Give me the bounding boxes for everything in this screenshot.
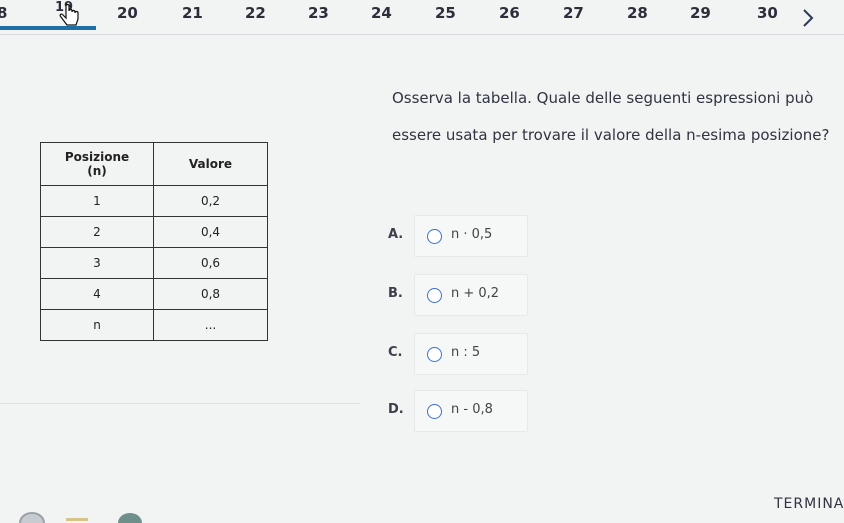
active-question-indicator (0, 26, 96, 30)
header-position: Posizione (n) (40, 142, 154, 186)
table-row: 3 0,6 (40, 247, 268, 279)
question-number[interactable]: 24 (371, 4, 392, 22)
table-row: n ... (40, 309, 268, 341)
question-number[interactable]: 26 (499, 4, 520, 22)
option-text: n : 5 (451, 345, 481, 360)
table-cell-position: n (40, 309, 154, 341)
option-text: n + 0,2 (451, 286, 500, 301)
question-number[interactable]: 30 (757, 4, 778, 22)
table-row: 4 0,8 (40, 278, 268, 310)
radio-icon[interactable] (427, 404, 442, 419)
option-text: n · 0,5 (451, 227, 493, 242)
table-cell-position: 4 (40, 278, 154, 310)
option-text: n - 0,8 (451, 402, 493, 417)
option-letter: B. (388, 286, 403, 301)
question-navigator: 8 19 20 21 22 23 24 25 26 27 28 29 30 (0, 0, 844, 36)
question-number[interactable]: 20 (117, 4, 138, 22)
table-cell-position: 1 (40, 185, 154, 217)
question-number[interactable]: 27 (563, 4, 584, 22)
radio-icon[interactable] (427, 229, 442, 244)
table-row: 1 0,2 (40, 185, 268, 217)
nav-divider (0, 34, 844, 35)
option-b-button[interactable]: n + 0,2 (414, 274, 528, 316)
option-a-button[interactable]: n · 0,5 (414, 215, 528, 257)
radio-icon[interactable] (427, 347, 442, 362)
question-number[interactable]: 23 (308, 4, 329, 22)
radio-icon[interactable] (427, 288, 442, 303)
table-cell-position: 3 (40, 247, 154, 279)
option-letter: D. (388, 402, 404, 417)
table-cell-position: 2 (40, 216, 154, 248)
table-cell-value: 0,2 (153, 185, 268, 217)
option-d-button[interactable]: n - 0,8 (414, 390, 528, 432)
table-row: 2 0,4 (40, 216, 268, 248)
question-number[interactable]: 22 (245, 4, 266, 22)
table-cell-value: 0,4 (153, 216, 268, 248)
table-cell-value: 0,8 (153, 278, 268, 310)
question-number[interactable]: 29 (690, 4, 711, 22)
question-number[interactable]: 21 (182, 4, 203, 22)
finish-button[interactable]: TERMINA (774, 496, 844, 512)
divider (0, 403, 360, 404)
toolbar-icons (19, 512, 142, 523)
option-c-button[interactable]: n : 5 (414, 333, 528, 375)
question-text: Osserva la tabella. Quale delle seguenti… (392, 89, 830, 144)
option-letter: A. (388, 227, 404, 242)
question-number[interactable]: 28 (627, 4, 648, 22)
table-header-row: Posizione (n) Valore (40, 142, 268, 186)
table-cell-value: ... (153, 309, 268, 341)
table-cell-value: 0,6 (153, 247, 268, 279)
data-table: Posizione (n) Valore 1 0,2 2 0,4 3 0,6 4… (40, 142, 268, 341)
option-letter: C. (388, 345, 403, 360)
question-number[interactable]: 25 (435, 4, 456, 22)
question-number[interactable]: 8 (0, 4, 7, 22)
chevron-right-icon[interactable] (800, 8, 816, 28)
header-value: Valore (153, 142, 268, 186)
hand-pointer-icon (59, 3, 79, 26)
